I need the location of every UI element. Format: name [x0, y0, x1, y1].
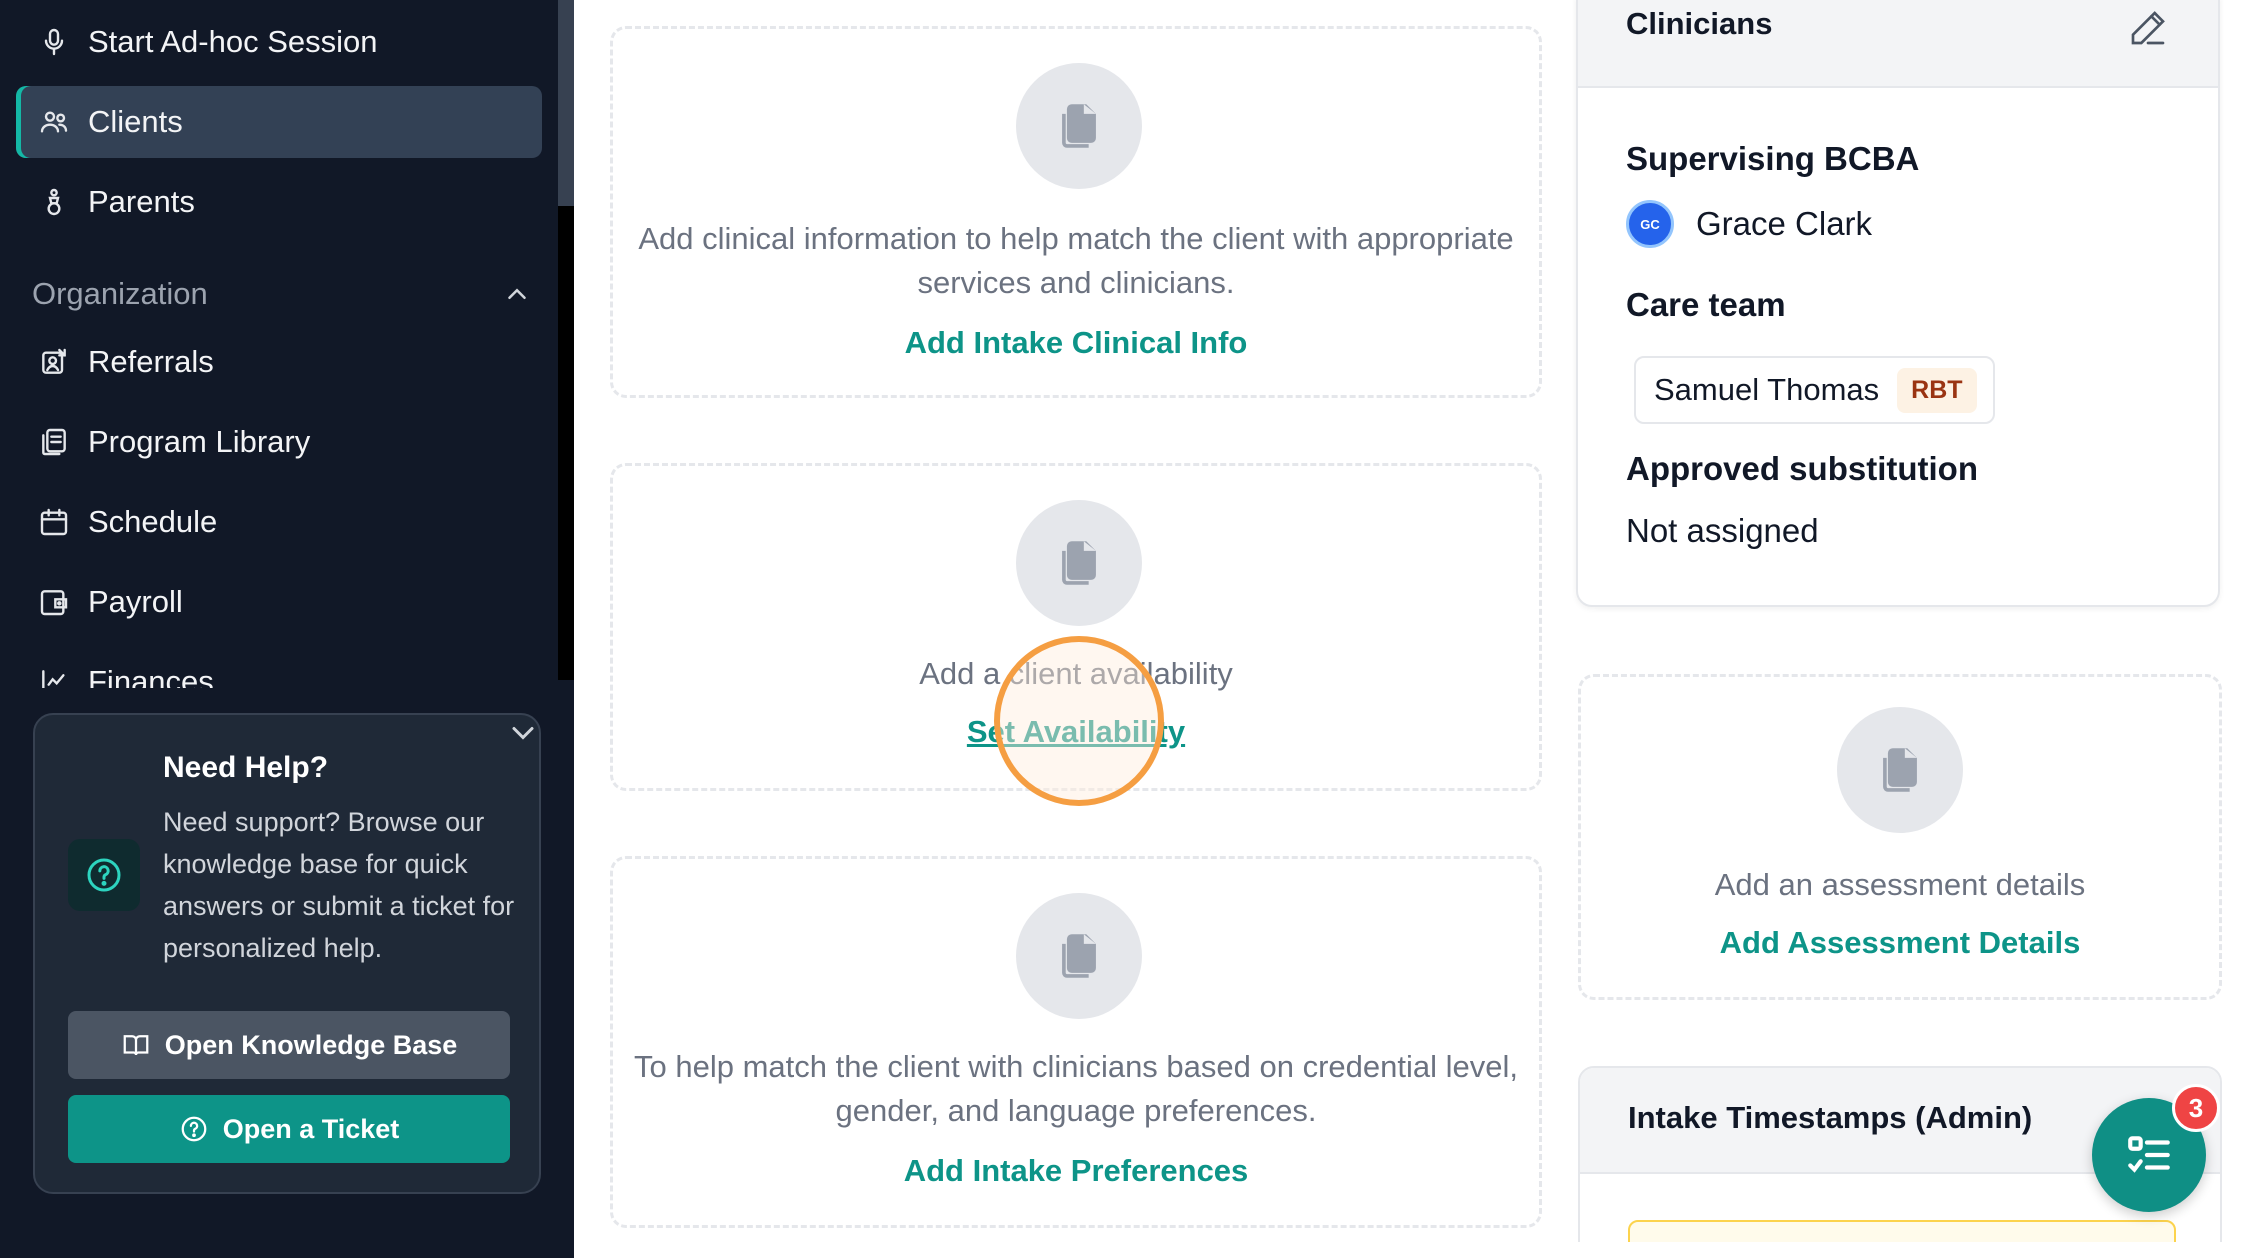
wallet-icon	[38, 586, 70, 618]
member-name: Samuel Thomas	[1654, 372, 1880, 407]
chevron-down-icon[interactable]	[505, 715, 541, 751]
nav-item-payroll[interactable]: Payroll	[16, 566, 542, 638]
nav-item-clients[interactable]: Clients	[16, 86, 542, 158]
intake-clinical-info-card: Add clinical information to help match t…	[610, 26, 1542, 398]
chart-icon	[38, 666, 70, 688]
role-badge: RBT	[1897, 367, 1977, 413]
help-card: Need Help? Need support? Browse our know…	[33, 713, 541, 1194]
help-circle-icon	[68, 839, 140, 911]
nav-item-referrals[interactable]: Referrals	[16, 326, 542, 398]
supervisor-row: GC Grace Clark	[1626, 200, 1872, 248]
nav-item-program-library[interactable]: Program Library	[16, 406, 542, 478]
documents-icon	[1016, 63, 1142, 189]
availability-card: Add a client availability Set Availabili…	[610, 463, 1542, 791]
button-label: Open a Ticket	[222, 1113, 400, 1144]
open-ticket-button[interactable]: Open a Ticket	[68, 1095, 510, 1163]
notification-badge: 3	[2172, 1084, 2220, 1132]
card-description: To help match the client with clinicians…	[634, 1049, 1518, 1128]
documents-icon	[1016, 500, 1142, 626]
page-bottom-edge	[574, 1242, 2252, 1258]
sidebar-nav: Start Ad-hoc Session Clients Parents Org…	[0, 0, 574, 688]
nav-item-label: Clients	[88, 104, 183, 139]
users-icon	[38, 106, 70, 138]
pacifier-icon	[38, 186, 70, 218]
nav-item-finances[interactable]: Finances	[16, 646, 542, 688]
care-team-label: Care team	[1626, 286, 1786, 323]
nav-item-label: Finances	[88, 664, 214, 688]
documents-icon	[1016, 893, 1142, 1019]
book-open-icon	[123, 1035, 149, 1056]
calendar-icon	[38, 506, 70, 538]
chevron-up-icon	[508, 288, 526, 299]
nav-item-label: Payroll	[88, 584, 183, 619]
help-title: Need Help?	[163, 751, 329, 784]
microphone-icon	[38, 26, 70, 58]
nav-item-schedule[interactable]: Schedule	[16, 486, 542, 558]
add-intake-preferences-link[interactable]: Add Intake Preferences	[613, 1153, 1539, 1189]
section-title: Organization	[32, 276, 208, 311]
open-knowledge-base-button[interactable]: Open Knowledge Base	[68, 1011, 510, 1079]
add-assessment-details-link[interactable]: Add Assessment Details	[1581, 925, 2219, 961]
supervising-bcba-label: Supervising BCBA	[1626, 140, 1920, 177]
assessment-card: Add an assessment details Add Assessment…	[1578, 674, 2222, 1000]
substitution-value: Not assigned	[1626, 512, 1819, 549]
nav-item-label: Program Library	[88, 424, 311, 459]
help-text: Need support? Browse our knowledge base …	[163, 807, 515, 963]
nav-item-label: Referrals	[88, 344, 214, 379]
add-intake-clinical-info-link[interactable]: Add Intake Clinical Info	[613, 325, 1539, 361]
section-header-organization[interactable]: Organization	[32, 272, 532, 316]
nav-item-parents[interactable]: Parents	[16, 166, 542, 238]
sidebar: Start Ad-hoc Session Clients Parents Org…	[0, 0, 574, 1258]
nav-item-start-ad-hoc-session[interactable]: Start Ad-hoc Session	[16, 6, 542, 78]
documents-icon	[1837, 707, 1963, 833]
card-description: Add an assessment details	[1714, 867, 2086, 902]
library-icon	[38, 426, 70, 458]
avatar: GC	[1626, 200, 1674, 248]
set-availability-link[interactable]: Set Availability	[613, 714, 1539, 750]
nav-item-label: Start Ad-hoc Session	[88, 24, 378, 59]
nav-item-label: Schedule	[88, 504, 218, 539]
sidebar-scrollbar-thumb[interactable]	[558, 0, 574, 206]
intake-preferences-card: To help match the client with clinicians…	[610, 856, 1542, 1228]
nav-item-label: Parents	[88, 184, 195, 219]
help-circle-icon	[181, 1116, 207, 1142]
pencil-icon[interactable]	[2128, 8, 2168, 48]
clinicians-card: Clinicians Supervising BCBA GC Grace Cla…	[1576, 0, 2220, 607]
button-label: Open Knowledge Base	[164, 1029, 458, 1060]
card-title: Clinicians	[1626, 6, 1773, 41]
supervisor-name: Grace Clark	[1696, 205, 1873, 242]
card-description: Add a client availability	[919, 656, 1233, 691]
referral-icon	[38, 346, 70, 378]
approved-substitution-label: Approved substitution	[1626, 450, 1978, 487]
card-description: Add clinical information to help match t…	[638, 221, 1514, 300]
care-team-member: Samuel Thomas RBT	[1634, 356, 1995, 424]
checklist-icon	[2128, 1136, 2170, 1173]
card-title: Intake Timestamps (Admin)	[1628, 1100, 2033, 1135]
clinicians-header: Clinicians	[1578, 0, 2218, 88]
